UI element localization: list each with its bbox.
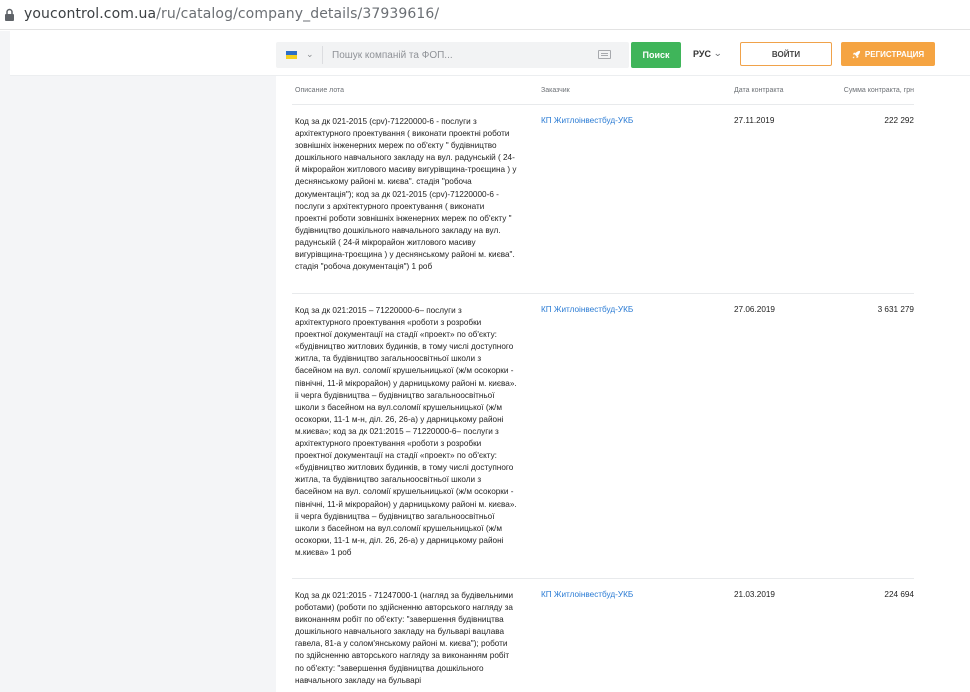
- ukraine-flag-icon[interactable]: [286, 51, 297, 59]
- left-panel-lower-background: [10, 376, 276, 692]
- customer-link[interactable]: КП Житлоінвестбуд-УКБ: [541, 590, 633, 599]
- contract-sum: 224 694: [884, 590, 914, 599]
- row-divider: [292, 578, 914, 579]
- contract-date: 21.03.2019: [734, 590, 775, 599]
- rocket-icon: [852, 50, 861, 58]
- url-host: youcontrol.com.ua: [24, 6, 157, 22]
- column-header-customer: Заказчик: [541, 87, 570, 94]
- register-button[interactable]: РЕГИСТРАЦИЯ: [841, 42, 935, 66]
- row-description: Код за дк 021-2015 (cpv)-71220000-6 - по…: [295, 117, 517, 272]
- contract-sum: 222 292: [884, 116, 914, 125]
- chevron-down-icon: ⌄: [713, 48, 723, 58]
- search-input[interactable]: [332, 42, 582, 68]
- column-header-sum: Сумма контракта, грн: [843, 87, 914, 94]
- address-url[interactable]: youcontrol.com.ua/ru/catalog/company_det…: [24, 6, 439, 22]
- register-label: РЕГИСТРАЦИЯ: [864, 49, 925, 59]
- search-divider: [322, 46, 323, 64]
- left-gutter: [0, 31, 10, 692]
- contract-date: 27.11.2019: [734, 116, 775, 125]
- keyboard-icon[interactable]: [598, 50, 611, 59]
- lock-icon: [5, 8, 14, 21]
- left-panel-background: [10, 76, 276, 376]
- column-header-date: Дата контракта: [734, 87, 784, 94]
- row-divider: [292, 104, 914, 105]
- browser-address-bar[interactable]: youcontrol.com.ua/ru/catalog/company_det…: [0, 0, 970, 30]
- search-bar: ⌄: [276, 42, 629, 68]
- row-divider: [292, 293, 914, 294]
- login-button[interactable]: ВОЙТИ: [740, 42, 832, 66]
- customer-link[interactable]: КП Житлоінвестбуд-УКБ: [541, 305, 633, 314]
- url-path: /ru/catalog/company_details/37939616/: [156, 6, 440, 22]
- customer-link[interactable]: КП Житлоінвестбуд-УКБ: [541, 116, 633, 125]
- search-button[interactable]: Поиск: [631, 42, 681, 68]
- site-header: ⌄ Поиск РУС ⌄ ВОЙТИ РЕГИСТРАЦИЯ: [10, 31, 970, 76]
- language-label: РУС: [693, 48, 711, 59]
- contracts-table: Описание лота Заказчик Дата контракта Су…: [276, 76, 970, 692]
- chevron-down-icon[interactable]: ⌄: [306, 49, 314, 60]
- language-selector[interactable]: РУС ⌄: [693, 48, 722, 59]
- row-description: Код за дк 021:2015 - 71247000-1 (нагляд …: [295, 591, 514, 685]
- contract-date: 27.06.2019: [734, 305, 775, 314]
- column-header-description: Описание лота: [295, 87, 345, 94]
- contract-sum: 3 631 279: [877, 305, 914, 314]
- row-description: Код за дк 021:2015 – 71220000-6– послуги…: [295, 306, 517, 557]
